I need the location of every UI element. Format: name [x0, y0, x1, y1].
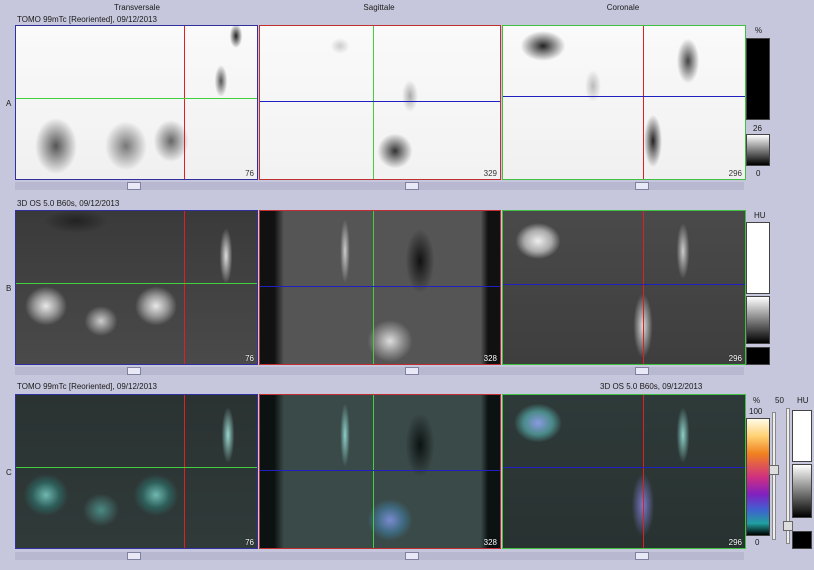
transversal-slice-slider[interactable]	[127, 182, 141, 190]
scale-c-hu-black	[792, 531, 812, 549]
scale-c-window-thumb[interactable]	[769, 465, 779, 475]
scale-c-hu-white	[792, 410, 812, 462]
slice-number: 296	[728, 538, 742, 547]
tomo-transversal-view[interactable]: 76	[15, 25, 258, 180]
ct-transversal-view[interactable]: 76	[15, 210, 258, 365]
scale-c-max: 100	[749, 407, 763, 416]
crosshair-vertical[interactable]	[373, 26, 374, 179]
slice-number: 328	[483, 354, 497, 363]
row-b-label: B	[6, 284, 12, 293]
fusion-coronal-view[interactable]: 296	[502, 394, 746, 549]
row-c-title: TOMO 99mTc [Reoriented], 09/12/2013	[17, 382, 157, 391]
scale-a-unit: %	[755, 26, 763, 35]
scale-c-level-thumb[interactable]	[783, 521, 793, 531]
crosshair-vertical[interactable]	[643, 395, 644, 548]
row-a-title: TOMO 99mTc [Reoriented], 09/12/2013	[17, 15, 157, 24]
scale-c-colorbar	[746, 418, 770, 536]
crosshair-horizontal[interactable]	[16, 467, 257, 468]
column-header-sagittale: Sagittale	[363, 3, 395, 12]
row-c-title-right: 3D OS 5.0 B60s, 09/12/2013	[600, 382, 703, 391]
slice-number: 328	[483, 538, 497, 547]
crosshair-vertical[interactable]	[184, 395, 185, 548]
scale-c-level-slider[interactable]	[783, 408, 793, 544]
coronal-slice-slider[interactable]	[635, 367, 649, 375]
crosshair-horizontal[interactable]	[16, 98, 257, 99]
row-b-title: 3D OS 5.0 B60s, 09/12/2013	[17, 199, 120, 208]
scale-c-unit-right: HU	[797, 396, 809, 405]
scale-a-ramp[interactable]	[746, 134, 770, 166]
scale-c-min: 0	[755, 538, 760, 547]
fusion-transversal-view[interactable]: 76	[15, 394, 258, 549]
crosshair-horizontal[interactable]	[503, 96, 745, 97]
coronal-slice-slider[interactable]	[635, 182, 649, 190]
column-header-coronale: Coronale	[606, 3, 640, 12]
transversal-slice-slider[interactable]	[127, 552, 141, 560]
scale-a-colorbar	[746, 38, 770, 120]
tomo-sagittal-view[interactable]: 329	[259, 25, 501, 180]
scale-c-unit-left: %	[753, 396, 761, 405]
crosshair-horizontal[interactable]	[503, 467, 745, 468]
crosshair-vertical[interactable]	[643, 26, 644, 179]
slice-number: 329	[483, 169, 497, 178]
slice-number: 76	[245, 354, 254, 363]
crosshair-horizontal[interactable]	[260, 286, 500, 287]
crosshair-vertical[interactable]	[184, 211, 185, 364]
row-a-label: A	[6, 99, 12, 108]
scale-b-ramp[interactable]	[746, 296, 770, 344]
crosshair-vertical[interactable]	[373, 395, 374, 548]
scale-c-window-slider[interactable]	[769, 412, 779, 540]
scale-c-window: 50	[775, 396, 784, 405]
crosshair-vertical[interactable]	[373, 211, 374, 364]
crosshair-horizontal[interactable]	[260, 101, 500, 102]
ct-coronal-view[interactable]: 296	[502, 210, 746, 365]
fusion-sagittal-view[interactable]: 328	[259, 394, 501, 549]
scale-a-max: 26	[753, 124, 762, 133]
coronal-slice-slider[interactable]	[635, 552, 649, 560]
tomo-coronal-view[interactable]: 296	[502, 25, 746, 180]
sagittal-slice-slider[interactable]	[405, 182, 419, 190]
scale-b-unit: HU	[754, 211, 766, 220]
slice-number: 76	[245, 538, 254, 547]
sagittal-slice-slider[interactable]	[405, 367, 419, 375]
crosshair-horizontal[interactable]	[16, 283, 257, 284]
slice-number: 296	[728, 169, 742, 178]
scale-a-min: 0	[756, 169, 761, 178]
scale-c-hu-ramp[interactable]	[792, 464, 812, 518]
transversal-slice-slider[interactable]	[127, 367, 141, 375]
crosshair-horizontal[interactable]	[260, 470, 500, 471]
sagittal-slice-slider[interactable]	[405, 552, 419, 560]
crosshair-horizontal[interactable]	[503, 284, 745, 285]
scale-b-colorbar	[746, 222, 770, 294]
column-header-transversale: Transversale	[114, 3, 160, 12]
ct-sagittal-view[interactable]: 328	[259, 210, 501, 365]
row-c-label: C	[6, 468, 12, 477]
slice-number: 76	[245, 169, 254, 178]
slice-number: 296	[728, 354, 742, 363]
scale-b-bottom	[746, 347, 770, 365]
crosshair-vertical[interactable]	[184, 26, 185, 179]
crosshair-vertical[interactable]	[643, 211, 644, 364]
